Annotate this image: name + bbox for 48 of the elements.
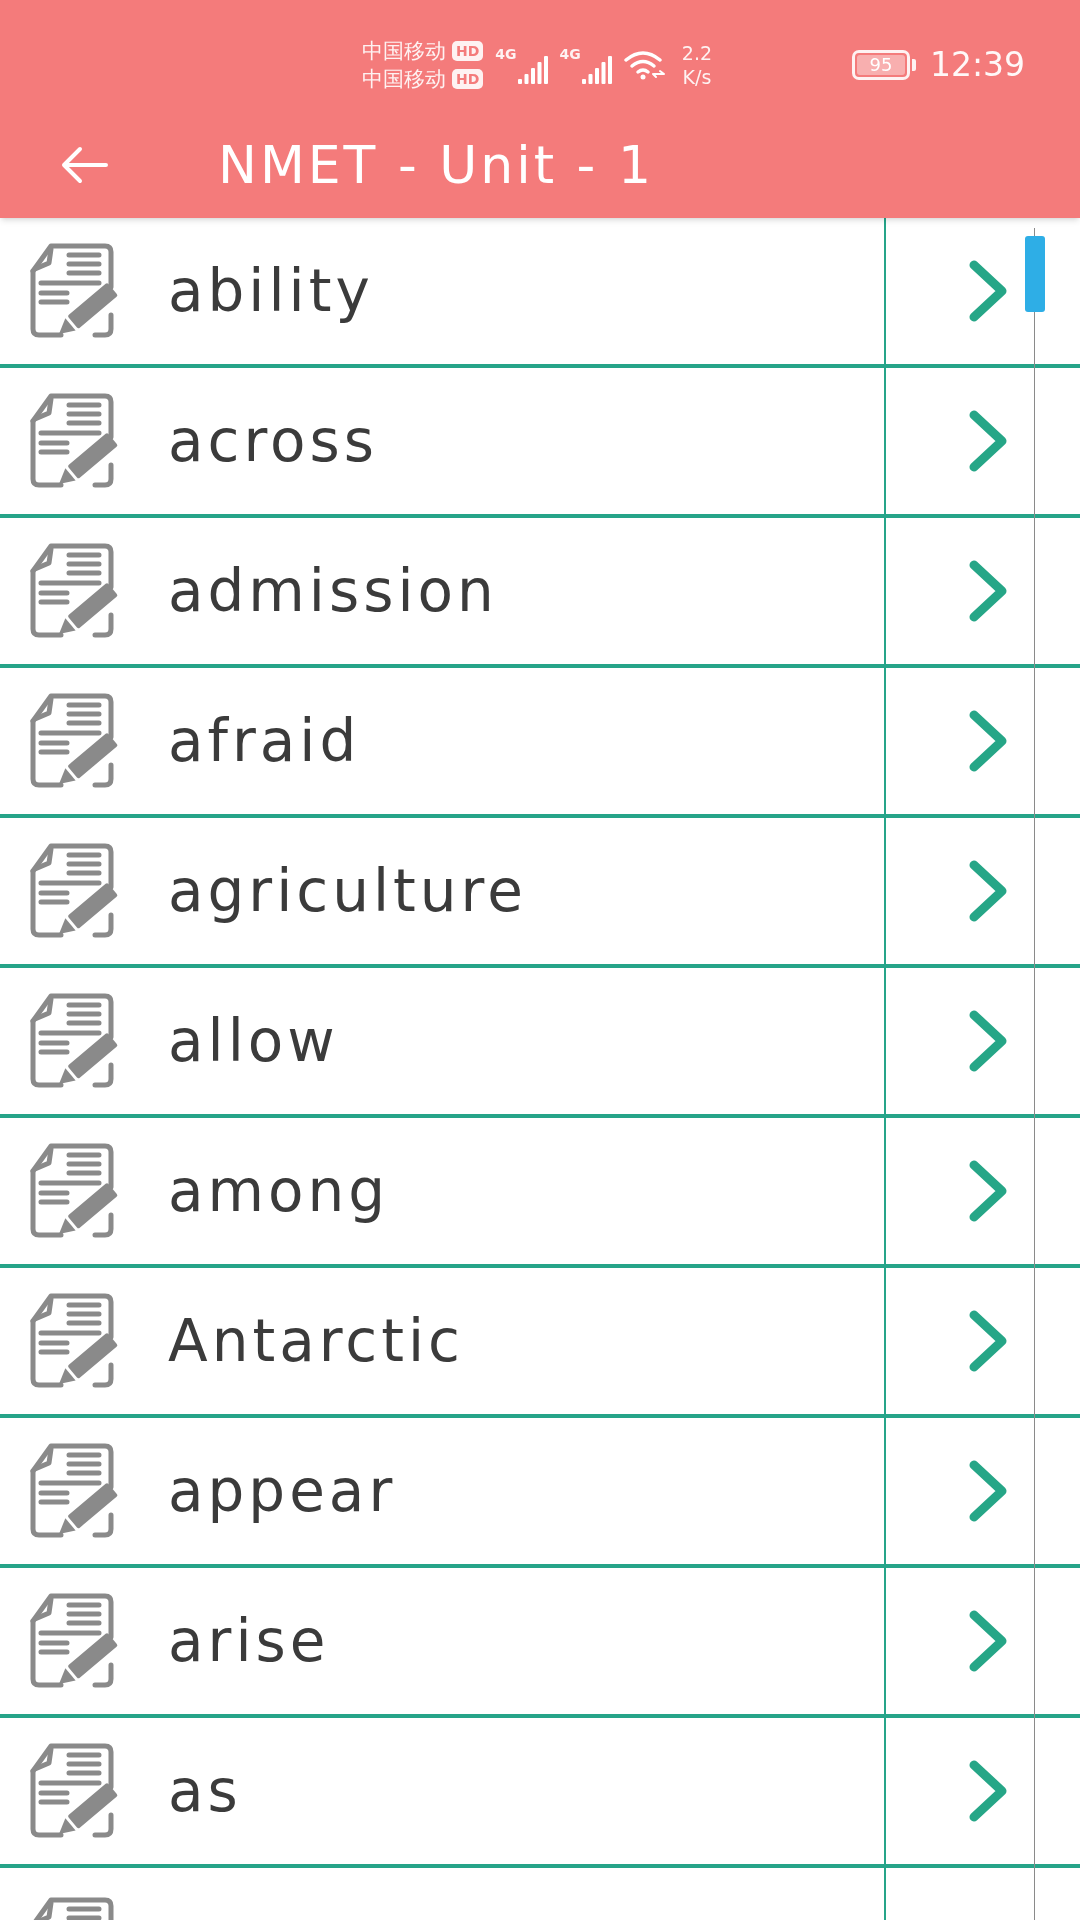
word-label: across [168, 406, 378, 476]
word-label: Antarctic [168, 1306, 464, 1376]
chevron-right-icon [968, 1609, 1008, 1673]
chevron-right-icon [968, 559, 1008, 623]
screen-title: NMET - Unit - 1 [218, 135, 654, 195]
chevron-right-icon [968, 409, 1008, 473]
carrier-name: 中国移动 [362, 67, 446, 91]
word-label: as [168, 1756, 242, 1826]
word-list-item[interactable]: across [0, 368, 1080, 518]
wifi-icon [623, 50, 666, 80]
chevron-right-icon [968, 859, 1008, 923]
word-list-item[interactable]: allow [0, 968, 1080, 1118]
word-label: appear [168, 1456, 397, 1526]
chevron-right-icon [968, 259, 1008, 323]
network-type: 4G [559, 46, 581, 62]
chevron-right-icon [968, 1759, 1008, 1823]
word-label: admission [168, 556, 498, 626]
word-list-item[interactable]: agriculture [0, 818, 1080, 968]
word-list-item[interactable]: as [0, 1718, 1080, 1868]
word-label: agriculture [168, 856, 527, 926]
word-label: ability [168, 256, 374, 326]
word-list-item[interactable]: arise [0, 1568, 1080, 1718]
word-list-item[interactable]: appear [0, 1418, 1080, 1568]
chevron-right-icon [968, 1009, 1008, 1073]
chevron-right-icon [968, 1159, 1008, 1223]
network-speed-value: 2.2 [681, 41, 713, 65]
chevron-right-icon [968, 709, 1008, 773]
hd-badge: HD [452, 69, 484, 89]
word-list-item[interactable]: Antarctic [0, 1268, 1080, 1418]
word-list-item[interactable]: afraid [0, 668, 1080, 818]
word-list-item[interactable]: among [0, 1118, 1080, 1268]
signal-bars-icon [517, 56, 548, 84]
word-list-item[interactable]: admission [0, 518, 1080, 668]
hd-badge: HD [452, 41, 484, 61]
clock-time: 12:39 [929, 45, 1025, 85]
network-speed-unit: K/s [682, 65, 712, 89]
carrier-name: 中国移动 [362, 39, 446, 63]
back-arrow-icon [60, 145, 110, 185]
word-label: allow [168, 1006, 339, 1076]
word-label: afraid [168, 706, 361, 776]
chevron-right-icon [968, 1309, 1008, 1373]
word-label: arise [168, 1606, 330, 1676]
scrollbar-thumb[interactable] [1025, 236, 1045, 312]
network-type: 4G [495, 46, 517, 62]
chevron-right-icon [968, 1459, 1008, 1523]
word-label: among [168, 1156, 390, 1226]
signal-bars-icon [581, 56, 612, 84]
battery-indicator: 95 [851, 50, 910, 80]
